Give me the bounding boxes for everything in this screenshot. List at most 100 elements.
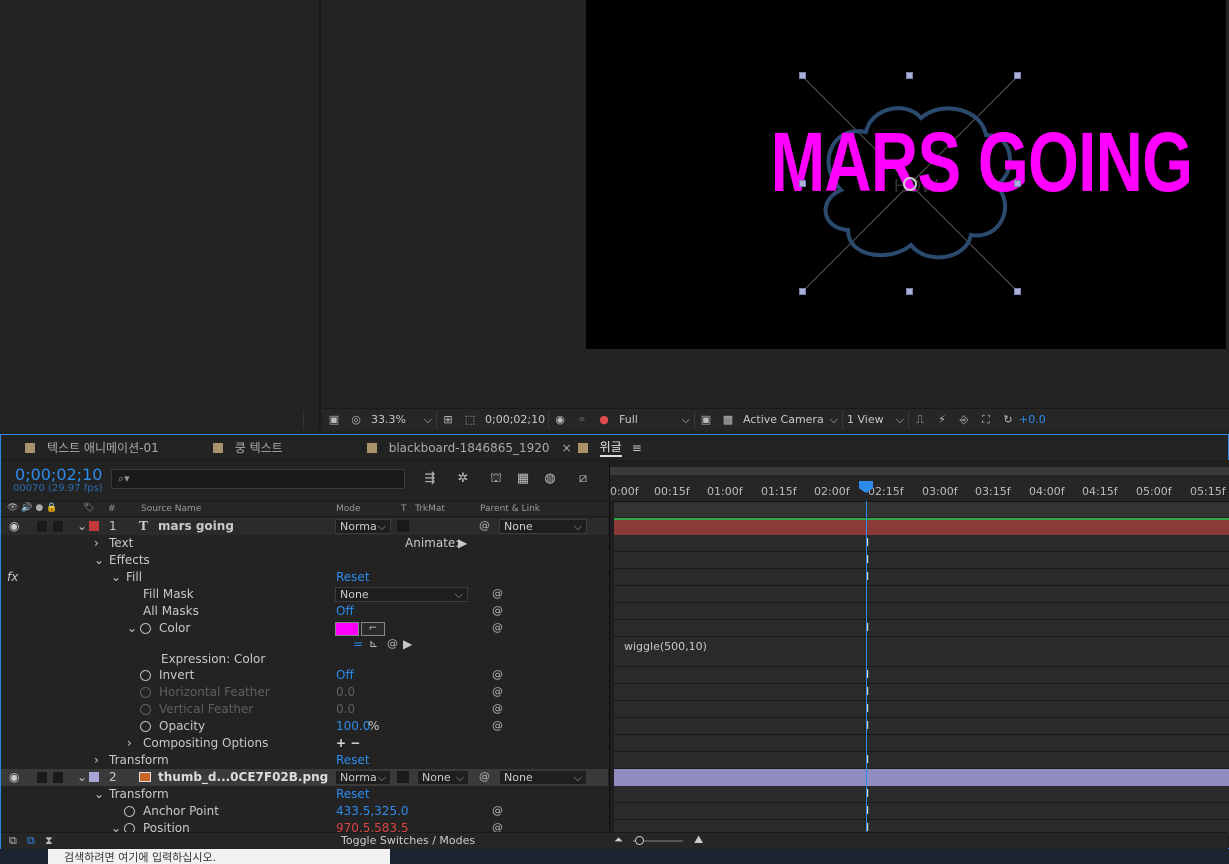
stopwatch-icon[interactable] bbox=[140, 704, 151, 715]
pick-whip-icon[interactable]: @ bbox=[492, 719, 503, 732]
bbox-handle-tr[interactable] bbox=[1014, 72, 1021, 79]
expression-text[interactable]: wiggle(500,10) bbox=[624, 640, 707, 653]
lock-switch[interactable] bbox=[53, 521, 63, 532]
bbox-handle-tl[interactable] bbox=[799, 72, 806, 79]
opacity-row[interactable]: Opacity 100.0 % @ bbox=[1, 718, 608, 735]
label-tag-icon[interactable]: 🏷 bbox=[83, 503, 94, 513]
opacity-value[interactable]: 100.0 bbox=[336, 719, 370, 733]
layer-row-1[interactable]: ◉ ⌄ 1 T mars going Norma ⌵ @ None ⌵ bbox=[1, 518, 608, 535]
fast-preview-icon[interactable]: ⚡ bbox=[934, 413, 950, 427]
layer-2-duration-bar[interactable] bbox=[614, 769, 1229, 786]
zoom-dropdown[interactable]: 33.3% ⌵ bbox=[367, 410, 437, 429]
chevron-down-icon[interactable]: ⌄ bbox=[94, 553, 104, 567]
close-tab-icon[interactable]: × bbox=[562, 441, 572, 455]
exposure-value[interactable]: +0.0 bbox=[1019, 413, 1046, 426]
pick-whip-icon[interactable]: @ bbox=[492, 587, 503, 600]
motion-blur-icon[interactable]: ◍ bbox=[541, 471, 559, 487]
toggle-pixel-aspect-icon[interactable]: ⎍ bbox=[912, 413, 928, 427]
stopwatch-icon[interactable] bbox=[124, 806, 135, 817]
flowchart-icon[interactable]: ⛶ bbox=[978, 413, 994, 427]
column-source-name[interactable]: Source Name bbox=[141, 504, 201, 514]
mask-visibility-icon[interactable]: ◎ bbox=[348, 413, 364, 427]
chevron-down-icon[interactable]: ⌄ bbox=[94, 787, 104, 801]
chevron-down-icon[interactable]: ⌄ bbox=[111, 570, 121, 584]
expression-row[interactable]: = ⊾ @ ▶ Expression: Color bbox=[1, 637, 608, 667]
always-preview-icon[interactable]: ▣ bbox=[326, 413, 342, 427]
solo-switch[interactable] bbox=[37, 772, 47, 783]
eyedropper-icon[interactable]: ⌐ bbox=[361, 622, 385, 636]
pick-whip-icon[interactable]: @ bbox=[492, 702, 503, 715]
time-ruler[interactable]: 0:00f 00:15f 01:00f 01:15f 02:00f 02:15f… bbox=[610, 475, 1229, 501]
zoom-slider-thumb[interactable] bbox=[635, 836, 644, 845]
timeline-graph[interactable]: 0:00f 00:15f 01:00f 01:15f 02:00f 02:15f… bbox=[609, 461, 1229, 848]
av-switches-icons[interactable]: 👁 🔊 ● 🔒 bbox=[7, 503, 57, 513]
chevron-down-icon[interactable]: ⌄ bbox=[127, 621, 137, 635]
bbox-handle-ml[interactable] bbox=[799, 180, 806, 187]
transfer-controls-icon[interactable]: ⧉ bbox=[27, 834, 35, 848]
channel-rgb-icon[interactable]: ● bbox=[596, 413, 612, 427]
label-color-swatch[interactable] bbox=[89, 521, 99, 531]
layer-name[interactable]: thumb_d...0CE7F02B.png bbox=[158, 770, 328, 784]
pick-whip-icon[interactable]: @ bbox=[492, 604, 503, 617]
fill-effect-row[interactable]: fx ⌄ Fill Reset bbox=[1, 569, 608, 586]
eye-icon[interactable]: ◉ bbox=[9, 519, 19, 533]
resolution-dropdown[interactable]: Full ⌵ bbox=[615, 410, 695, 429]
fill-mask-dropdown[interactable]: None ⌵ bbox=[335, 587, 468, 602]
effects-row[interactable]: ⌄ Effects bbox=[1, 552, 608, 569]
blend-mode-dropdown[interactable]: Norma ⌵ bbox=[335, 519, 391, 534]
tab-wiggle[interactable]: 위글 bbox=[572, 435, 632, 461]
color-swatch[interactable] bbox=[335, 622, 359, 636]
label-color-swatch[interactable] bbox=[89, 772, 99, 782]
bbox-handle-br[interactable] bbox=[1014, 288, 1021, 295]
expression-menu-icon[interactable]: ▶ bbox=[403, 637, 412, 651]
layer-switches-icon[interactable]: ⧉ bbox=[9, 834, 17, 848]
work-area-bar[interactable] bbox=[610, 467, 1229, 475]
camera-dropdown[interactable]: Active Camera ⌵ bbox=[739, 410, 843, 429]
zoom-out-icon[interactable]: ⏶ bbox=[614, 833, 623, 847]
comp-flowchart-icon[interactable]: ⇶ bbox=[421, 471, 439, 487]
invert-row[interactable]: Invert Off @ bbox=[1, 667, 608, 684]
transform-row-2[interactable]: ⌄ Transform Reset bbox=[1, 786, 608, 803]
graph-icon[interactable]: ⊾ bbox=[369, 637, 378, 650]
taskbar-search-input[interactable]: 검색하려면 여기에 입력하십시오. bbox=[48, 849, 390, 864]
compositing-options-row[interactable]: › Compositing Options + − bbox=[1, 735, 608, 752]
current-time-indicator[interactable] bbox=[866, 501, 867, 848]
solo-switch[interactable] bbox=[37, 521, 47, 532]
add-remove-mask-buttons[interactable]: + − bbox=[336, 736, 360, 750]
bbox-handle-tc[interactable] bbox=[906, 72, 913, 79]
preserve-transparency-toggle[interactable] bbox=[397, 520, 409, 532]
parent-dropdown[interactable]: None ⌵ bbox=[499, 519, 587, 534]
toggle-switches-modes-button[interactable]: Toggle Switches / Modes bbox=[341, 834, 475, 847]
title-action-safe-icon[interactable]: ⊞ bbox=[440, 413, 456, 427]
pick-whip-icon[interactable]: @ bbox=[492, 685, 503, 698]
timeline-icon[interactable]: ⎆ bbox=[956, 413, 972, 427]
pick-whip-icon[interactable]: @ bbox=[479, 519, 490, 532]
pick-whip-icon[interactable]: @ bbox=[492, 621, 503, 634]
tab-kung-text[interactable]: 쿵 텍스트 bbox=[169, 435, 293, 461]
panel-menu-icon[interactable]: ≡ bbox=[632, 441, 642, 455]
composition-canvas[interactable]: HOW MARS GOING bbox=[586, 0, 1226, 349]
all-masks-row[interactable]: All Masks Off @ bbox=[1, 603, 608, 620]
reset-button[interactable]: Reset bbox=[336, 787, 370, 801]
stopwatch-icon[interactable] bbox=[140, 721, 151, 732]
chevron-down-icon[interactable]: ⌄ bbox=[77, 519, 87, 533]
reset-exposure-icon[interactable]: ↻ bbox=[1000, 413, 1016, 427]
bbox-handle-mr[interactable] bbox=[1014, 180, 1021, 187]
graph-editor-icon[interactable]: ⧄ bbox=[574, 471, 592, 487]
expression-track[interactable]: wiggle(500,10) bbox=[614, 637, 1229, 667]
bbox-handle-bc[interactable] bbox=[906, 288, 913, 295]
frame-blending-icon[interactable]: ▦ bbox=[514, 471, 532, 487]
snapshot-camera-icon[interactable]: ◉ bbox=[552, 413, 568, 427]
chevron-right-icon[interactable]: › bbox=[94, 536, 99, 550]
anchor-point-icon[interactable] bbox=[903, 177, 917, 191]
chevron-right-icon[interactable]: › bbox=[127, 736, 132, 750]
stopwatch-icon[interactable] bbox=[140, 623, 151, 634]
reset-button[interactable]: Reset bbox=[336, 753, 370, 767]
pick-whip-icon[interactable]: @ bbox=[492, 668, 503, 681]
fx-toggle-icon[interactable]: fx bbox=[7, 570, 18, 584]
h-feather-value[interactable]: 0.0 bbox=[336, 685, 355, 699]
transform-row-1[interactable]: › Transform Reset bbox=[1, 752, 608, 769]
v-feather-row[interactable]: Vertical Feather 0.0 @ bbox=[1, 701, 608, 718]
tab-text-animation[interactable]: 텍스트 애니메이션-01 bbox=[1, 435, 169, 461]
v-feather-value[interactable]: 0.0 bbox=[336, 702, 355, 716]
